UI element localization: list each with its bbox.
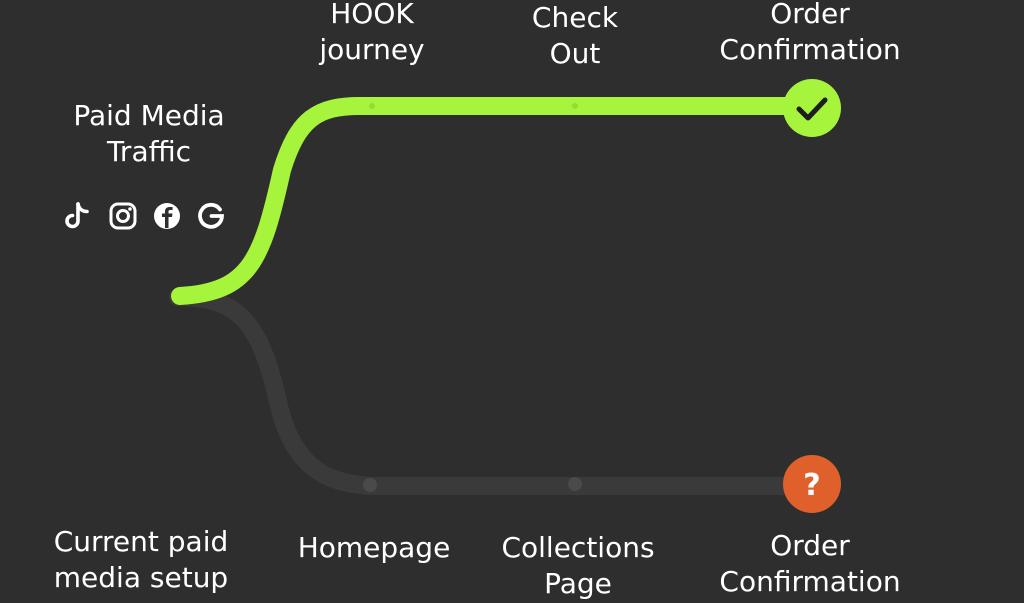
current-setup-title-line1: Current paid bbox=[53, 525, 229, 558]
journey-diagram: ? Paid Media Traffic HOOK journey Check … bbox=[0, 0, 1024, 603]
homepage-node bbox=[363, 478, 377, 492]
collections-page-label: Collections Page bbox=[480, 530, 676, 602]
current-setup-title: Current paid media setup bbox=[36, 524, 246, 596]
question-mark-icon: ? bbox=[803, 468, 820, 503]
current-order-confirmation-line2: Confirmation bbox=[719, 565, 901, 598]
checkout-label-line1: Check bbox=[531, 1, 619, 34]
collections-page-line2: Page bbox=[544, 567, 612, 600]
instagram-icon bbox=[108, 201, 138, 231]
facebook-icon bbox=[152, 201, 182, 231]
connector-canvas: ? bbox=[169, 79, 841, 513]
source-title-line1: Paid Media bbox=[73, 99, 225, 132]
checkout-node bbox=[572, 103, 578, 109]
order-confirmation-unknown-badge: ? bbox=[783, 455, 841, 513]
order-confirmation-success-badge bbox=[783, 79, 841, 137]
checkout-label-line2: Out bbox=[549, 37, 601, 70]
hook-journey-label: HOOK journey bbox=[282, 0, 462, 68]
social-icons bbox=[60, 199, 226, 233]
collections-page-line1: Collections bbox=[501, 531, 655, 564]
collections-node bbox=[568, 477, 582, 491]
current-setup-title-line2: media setup bbox=[53, 561, 229, 594]
current-order-confirmation-line1: Order bbox=[770, 529, 850, 562]
google-icon bbox=[196, 201, 226, 231]
tiktok-icon bbox=[60, 199, 94, 233]
current-path-line bbox=[169, 288, 821, 495]
hook-journey-label-line1: HOOK bbox=[330, 0, 414, 30]
hook-order-confirmation-line1: Order bbox=[770, 0, 850, 30]
source-title: Paid Media Traffic bbox=[44, 98, 254, 170]
hook-order-confirmation-line2: Confirmation bbox=[719, 33, 901, 66]
hook-journey-node bbox=[369, 103, 375, 109]
homepage-label: Homepage bbox=[297, 531, 451, 564]
current-order-confirmation-label: Order Confirmation bbox=[700, 528, 920, 600]
hook-path-line bbox=[171, 97, 821, 305]
checkout-label: Check Out bbox=[495, 0, 655, 72]
source-title-line2: Traffic bbox=[106, 135, 192, 168]
hook-journey-label-line2: journey bbox=[319, 33, 425, 66]
hook-order-confirmation-label: Order Confirmation bbox=[700, 0, 920, 68]
